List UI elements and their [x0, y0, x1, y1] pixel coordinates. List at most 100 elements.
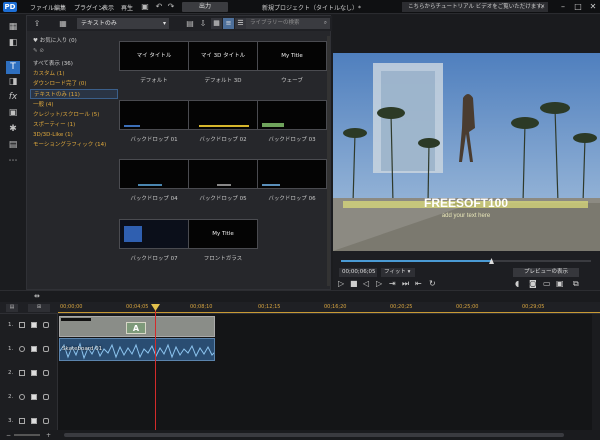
track-enable-checkbox[interactable] — [31, 394, 37, 400]
lock-icon[interactable] — [43, 346, 49, 352]
zoom-slider[interactable] — [14, 434, 40, 436]
menu-edit[interactable]: 編集 — [54, 3, 66, 12]
preview-video[interactable]: FREESOFT100 add your text here — [333, 53, 600, 251]
timeline-ruler[interactable]: ▤ ⊞ 00;00;00 00;04;05 00;08;10 00;12;15 … — [0, 302, 600, 314]
lock-icon[interactable] — [43, 322, 49, 328]
fast-forward-icon[interactable]: ⏭ — [402, 279, 409, 289]
save-icon[interactable]: ▣ — [140, 2, 150, 12]
category-text-only[interactable]: テキストのみ (11) — [30, 89, 118, 99]
category-credits[interactable]: クレジット/スクロール (5) — [30, 110, 118, 120]
subtitle-room-icon[interactable]: ▤ — [6, 139, 20, 152]
grid-view-icon[interactable]: ▦ — [211, 18, 222, 29]
zoom-out-icon[interactable]: − — [6, 432, 11, 439]
undo-icon[interactable]: ↶ — [154, 2, 164, 12]
library-search-input[interactable]: ライブラリーの検索 ⌕ — [246, 18, 330, 29]
preview-scrubber[interactable] — [341, 258, 591, 264]
audio-clip[interactable]: Skateboard 01 — [59, 338, 215, 361]
preview-display-button[interactable]: プレビューの表示 — [513, 268, 579, 277]
lock-icon[interactable] — [43, 418, 49, 424]
template-thumb-backdrop-05[interactable] — [188, 159, 258, 189]
track-enable-checkbox[interactable] — [31, 322, 37, 328]
fx-room-icon[interactable]: ◧ — [6, 37, 20, 50]
particle-room-icon[interactable]: ✱ — [6, 123, 20, 136]
template-thumb-backdrop-07[interactable] — [119, 219, 189, 249]
prev-frame-icon[interactable]: ◁ — [363, 279, 369, 289]
list-view-icon[interactable]: ≡ — [223, 18, 234, 29]
3d-icon[interactable]: ▣ — [556, 279, 564, 289]
track-manager-icon[interactable]: ▤ — [6, 304, 18, 312]
template-thumb-backdrop-03[interactable] — [257, 100, 327, 130]
close-icon[interactable]: ✕ — [540, 2, 545, 12]
loop-icon[interactable]: ↻ — [429, 279, 436, 289]
more-icon[interactable]: ⋯ — [6, 155, 20, 168]
category-favorites[interactable]: ♥ お気に入り (0) — [30, 36, 118, 46]
menu-plugin[interactable]: プラグイン — [74, 3, 104, 12]
timeline-fit-icon[interactable]: ⇹ — [34, 292, 40, 300]
fx-icon[interactable]: fx — [6, 91, 20, 104]
mark-out-icon[interactable]: ⇤ — [415, 279, 422, 289]
horizontal-scroll-thumb[interactable] — [64, 433, 564, 437]
lock-icon[interactable] — [43, 370, 49, 376]
category-custom[interactable]: カスタム (1) — [30, 69, 118, 79]
template-thumb-default-3d[interactable]: マイ 3D タイトル — [188, 41, 258, 71]
category-sporty[interactable]: スポーティー (1) — [30, 120, 118, 130]
lock-icon[interactable] — [43, 394, 49, 400]
search-icon[interactable]: ⌕ — [324, 18, 327, 29]
media-room-icon[interactable]: ▦ — [6, 21, 20, 34]
track-enable-checkbox[interactable] — [31, 346, 37, 352]
timeline-playhead[interactable] — [155, 305, 156, 430]
window-close-icon[interactable]: ✕ — [586, 1, 600, 13]
template-thumb-backdrop-02[interactable] — [188, 100, 258, 130]
transition-room-icon[interactable]: ◨ — [6, 76, 20, 89]
next-frame-icon[interactable]: ▷ — [376, 279, 382, 289]
video-clip[interactable]: A — [59, 316, 215, 337]
template-thumb-backdrop-04[interactable] — [119, 159, 189, 189]
stop-icon[interactable]: ■ — [350, 279, 358, 289]
category-downloaded[interactable]: ダウンロード完了 (0) — [30, 79, 118, 89]
pip-room-icon[interactable]: ▣ — [6, 107, 20, 120]
library-filter-select[interactable]: テキストのみ ▾ — [77, 18, 169, 29]
volume-icon[interactable]: ◖ — [515, 279, 519, 289]
track-enable-checkbox[interactable] — [31, 418, 37, 424]
maximize-icon[interactable]: □ — [571, 1, 585, 13]
filter-icon[interactable]: ▦ — [57, 18, 69, 29]
category-general[interactable]: 一般 (4) — [30, 100, 118, 110]
library-scrollbar[interactable] — [327, 36, 330, 286]
snapshot-icon[interactable]: ◙ — [529, 279, 537, 289]
display-icon[interactable]: ▭ — [543, 279, 551, 289]
details-view-icon[interactable]: ☰ — [235, 18, 246, 29]
add-title-icon[interactable]: ▤ — [184, 18, 196, 29]
menu-file[interactable]: ファイル — [30, 3, 54, 12]
track-area[interactable] — [58, 362, 592, 386]
output-button[interactable]: 出力 — [182, 2, 228, 12]
template-thumb-windshield[interactable]: My Title — [188, 219, 258, 249]
menu-playback[interactable]: 再生 — [121, 3, 133, 12]
track-enable-checkbox[interactable] — [31, 370, 37, 376]
minimize-icon[interactable]: – — [556, 1, 570, 13]
undock-icon[interactable]: ⧉ — [573, 279, 579, 289]
fit-select[interactable]: フィット ▾ — [381, 268, 415, 277]
template-thumb-wave[interactable]: My Title — [257, 41, 327, 71]
category-3d[interactable]: 3D/3D-Like (1) — [30, 130, 118, 140]
snap-icon[interactable]: ⊞ — [28, 304, 50, 312]
track-area[interactable] — [58, 410, 592, 430]
template-thumb-backdrop-06[interactable] — [257, 159, 327, 189]
download-icon[interactable]: ⇩ — [197, 18, 209, 29]
timecode-display[interactable]: 00;00;06;05 — [339, 268, 377, 277]
play-icon[interactable]: ▷ — [338, 279, 344, 289]
track-area[interactable] — [58, 386, 592, 410]
redo-icon[interactable]: ↷ — [166, 2, 176, 12]
menu-view[interactable]: 表示 — [102, 3, 114, 12]
zoom-in-icon[interactable]: + — [46, 432, 51, 439]
tag-remove-icon[interactable]: ⊘ — [39, 48, 44, 54]
category-all[interactable]: すべて表示 (36) — [30, 59, 118, 69]
tutorial-notice[interactable]: こちらからチュートリアル ビデオをご覧いただけます。 ✕ — [402, 2, 548, 12]
template-thumb-backdrop-01[interactable] — [119, 100, 189, 130]
tag-icon[interactable]: ✎ — [33, 48, 38, 54]
mark-in-icon[interactable]: ⇥ — [389, 279, 396, 289]
template-thumb-default[interactable]: マイ タイトル — [119, 41, 189, 71]
category-motion-graphics[interactable]: モーショングラフィック (14) — [30, 140, 118, 150]
timeline-scrollbar[interactable]: − + — [0, 430, 600, 440]
import-icon[interactable]: ⇪ — [31, 18, 43, 29]
title-room-icon[interactable]: T — [6, 61, 20, 74]
